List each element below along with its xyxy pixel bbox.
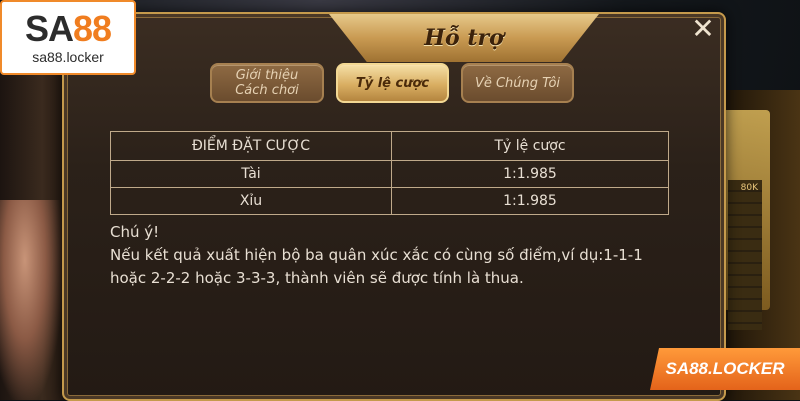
bet-name-cell: Xỉu [110, 187, 392, 215]
odds-table: ĐIỂM ĐẶT CƯỢC Tỷ lệ cược Tài 1:1.985 Xỉu… [110, 131, 669, 215]
tab-about-us[interactable]: Về Chúng Tôi [461, 63, 574, 103]
table-row: Xỉu 1:1.985 [110, 187, 669, 215]
tab-game-intro[interactable]: Giới thiệu Cách chơi [210, 63, 324, 103]
header-bet-point: ĐIỂM ĐẶT CƯỢC [110, 131, 392, 161]
table-row: Tài 1:1.985 [110, 160, 669, 188]
logo-domain: sa88.locker [32, 48, 104, 65]
background-dealer-figure [0, 200, 62, 400]
odds-cell: 1:1.985 [391, 187, 669, 215]
tab-about-us-label: Về Chúng Tôi [474, 75, 561, 91]
table-header-row: ĐIỂM ĐẶT CƯỢC Tỷ lệ cược [110, 131, 669, 161]
background-score-list [728, 180, 762, 330]
logo-wordmark: SA88 [24, 7, 112, 49]
tab-betting-odds-label: Tỷ lệ cược [355, 75, 430, 91]
note-body: Nếu kết quả xuất hiện bộ ba quân xúc xắc… [110, 246, 643, 287]
watermark-text: SA88.LOCKER [665, 359, 785, 378]
close-icon[interactable]: ✕ [688, 14, 718, 44]
dialog-title-plate: Hỗ trợ [329, 14, 599, 62]
odds-cell: 1:1.985 [391, 160, 669, 188]
brand-logo: SA88 sa88.locker [0, 0, 136, 75]
rule-note: Chú ý! Nếu kết quả xuất hiện bộ ba quân … [110, 221, 670, 290]
dialog-title: Hỗ trợ [424, 25, 504, 51]
tab-betting-odds[interactable]: Tỷ lệ cược [336, 63, 449, 103]
note-heading: Chú ý! [110, 223, 160, 241]
background-board-label: 80K [740, 183, 758, 193]
header-odds: Tỷ lệ cược [391, 131, 669, 161]
watermark-badge: SA88.LOCKER [650, 348, 800, 390]
tab-game-intro-label: Giới thiệu Cách chơi [235, 68, 299, 98]
bet-name-cell: Tài [110, 160, 392, 188]
